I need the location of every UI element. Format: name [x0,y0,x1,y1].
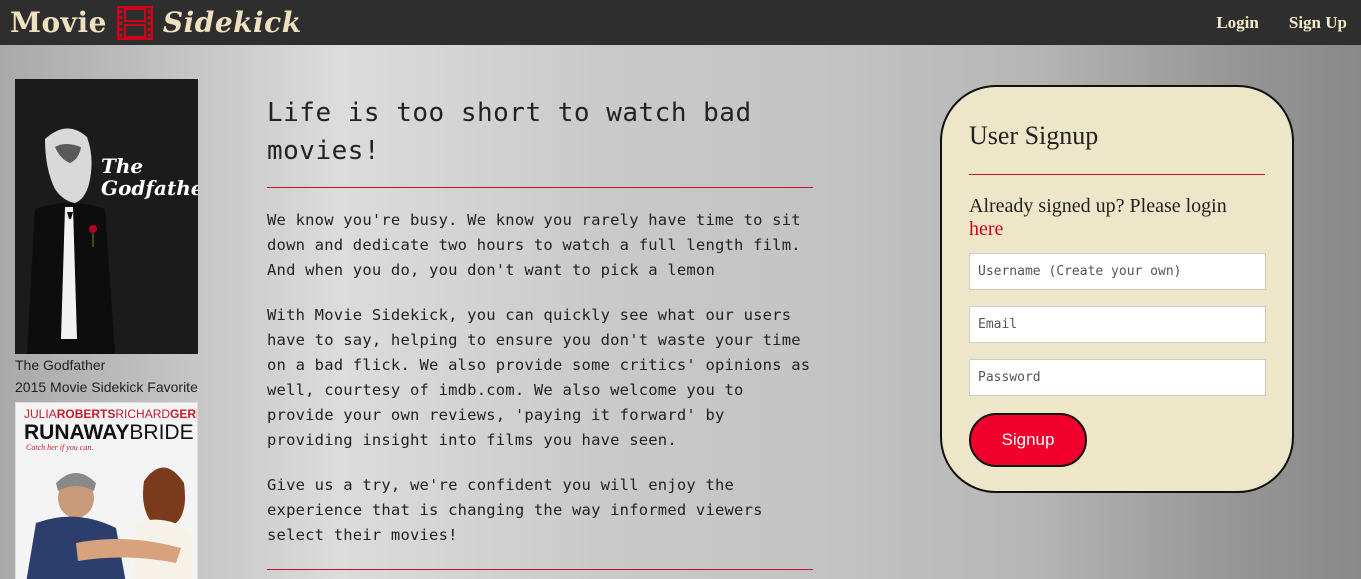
signup-card: User Signup Already signed up? Please lo… [940,85,1294,493]
brand-name-part1: Movie [10,6,107,39]
signup-button[interactable]: Signup [969,413,1087,467]
page-headline: Life is too short to watch bad movies! [267,98,752,166]
godfather-title-art: The Godfather [101,154,198,200]
brand-logo[interactable]: Movie Sidekick [10,5,302,40]
call-to-action-paragraph: Give us a try, we're confident you will … [267,476,763,544]
already-signed-up-text: Already signed up? Please login here [969,195,1227,240]
poster-caption-subtitle: 2015 Movie Sidekick Favorite [15,379,198,395]
film-strip-icon [116,5,153,40]
bottom-divider [267,569,813,570]
intro-paragraph: We know you're busy. We know you rarely … [267,211,801,279]
poster-title-art: RUNAWAYBRIDE [24,421,194,444]
runaway-bride-art [26,467,194,579]
signup-title: User Signup [969,121,1099,150]
godfather-poster[interactable]: The Godfather [15,79,198,354]
poster-cast-line: JULIAROBERTSRICHARDGERE [24,407,197,421]
main-content: Life is too short to watch bad movies! W… [267,94,813,548]
poster-tagline: Catch her if you can. [26,443,94,452]
signup-link[interactable]: Sign Up [1289,13,1347,33]
brand-name-part2: Sidekick [162,6,302,39]
signup-divider [969,174,1265,175]
login-link[interactable]: Login [1216,13,1259,33]
login-here-link[interactable]: here [969,218,1003,240]
featured-posters: The Godfather The Godfather 2015 Movie S… [15,79,205,579]
username-input[interactable] [969,253,1266,290]
runaway-bride-poster[interactable]: JULIAROBERTSRICHARDGERE RUNAWAYBRIDE Cat… [15,402,198,579]
features-paragraph: With Movie Sidekick, you can quickly see… [267,306,811,449]
nav-links: Login Sign Up [1216,13,1347,33]
navbar: Movie Sidekick Login Sign Up [0,0,1361,45]
divider [267,187,813,188]
password-input[interactable] [969,359,1266,396]
godfather-poster-art [15,79,198,354]
email-input[interactable] [969,306,1266,343]
poster-caption-title: The Godfather [15,357,106,373]
